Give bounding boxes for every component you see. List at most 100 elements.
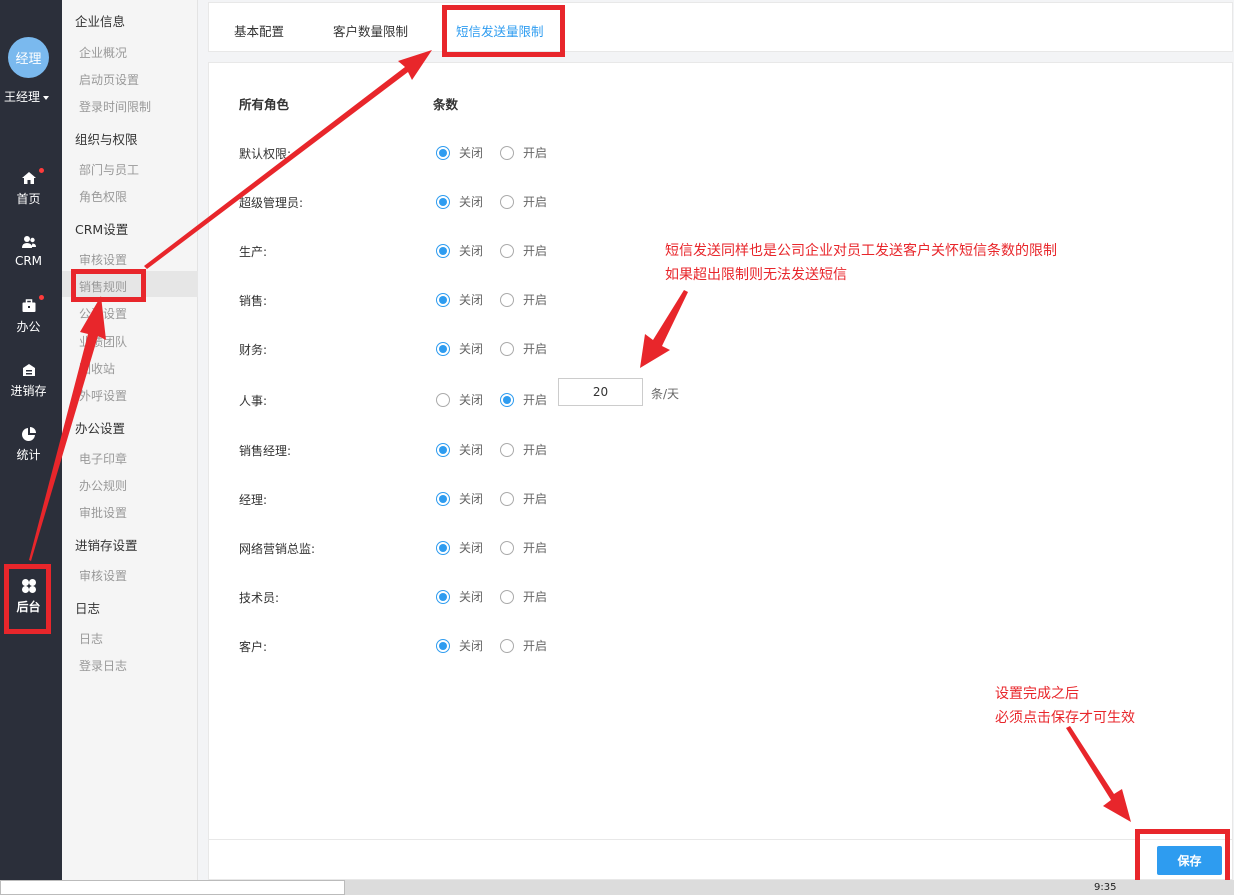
header-role: 所有角色 [239,97,290,112]
radio-circle[interactable] [436,638,450,653]
radio-circle[interactable] [500,292,514,307]
sidebar-item[interactable]: 启动页设置 [79,71,139,88]
sidebar-item[interactable]: 登录时间限制 [79,98,151,115]
sidebar-item[interactable]: 公海设置 [79,305,127,322]
radio-circle[interactable] [436,341,450,356]
rail-item-office[interactable]: 办公 [0,295,57,335]
sidebar-group-title: 组织与权限 [75,132,138,147]
radio-circle[interactable] [500,392,514,407]
taskbar-search[interactable] [0,880,345,895]
notification-dot [38,168,44,173]
warehouse-icon [21,362,37,378]
radio-label: 开启 [523,639,548,653]
tab-sms-limit[interactable]: 短信发送量限制 [456,21,544,40]
radio-on[interactable]: 开启 [500,340,547,357]
sidebar-item[interactable]: 部门与员工 [79,161,139,178]
rail-item-inventory[interactable]: 进销存 [0,362,57,399]
rail-label: CRM [14,254,43,268]
radio-circle[interactable] [436,442,450,457]
radio-circle[interactable] [500,442,514,457]
briefcase-icon [21,295,44,314]
sidebar-item[interactable]: 日志 [79,630,103,647]
sms-limit-input[interactable]: 20 [558,378,643,406]
radio-off[interactable]: 关闭 [436,588,483,605]
radio-circle[interactable] [436,145,450,160]
radio-label: 开启 [523,146,548,160]
radio-circle[interactable] [436,589,450,604]
radio-off[interactable]: 关闭 [436,637,483,654]
radio-label: 关闭 [459,393,484,407]
radio-circle[interactable] [500,589,514,604]
radio-circle[interactable] [500,194,514,209]
radio-off[interactable]: 关闭 [436,539,483,556]
radio-on[interactable]: 开启 [500,242,547,259]
tab-basic-config[interactable]: 基本配置 [234,21,284,40]
settings-sidebar: 企业信息 企业概况 启动页设置 登录时间限制 组织与权限 部门与员工 角色权限 … [62,0,198,880]
annotation-text: 短信发送同样也是公司企业对员工发送客户关怀短信条数的限制 [665,243,1057,259]
unit-label: 条/天 [651,387,680,401]
radio-on[interactable]: 开启 [500,490,547,507]
sidebar-item[interactable]: 审核设置 [79,567,127,584]
radio-off[interactable]: 关闭 [436,391,483,408]
radio-off[interactable]: 关闭 [436,193,483,210]
radio-off[interactable]: 关闭 [436,291,483,308]
sms-limit-panel: 所有角色 条数 默认权限: 关闭 开启 超级管理员: 关闭 开启 生产: 关闭 开启 销售: 关闭开… [208,62,1233,880]
avatar[interactable]: 经理 [8,37,49,78]
radio-circle[interactable] [436,491,450,506]
rail-item-stats[interactable]: 统计 [0,426,57,463]
radio-on[interactable]: 开启 [500,291,547,308]
radio-circle[interactable] [500,638,514,653]
radio-circle[interactable] [500,243,514,258]
radio-on[interactable]: 开启 [500,144,547,161]
radio-label: 关闭 [459,590,484,604]
save-button[interactable]: 保存 [1157,846,1222,875]
radio-on[interactable]: 开启 [500,193,547,210]
radio-circle[interactable] [436,540,450,555]
radio-circle[interactable] [436,392,450,407]
rail-item-crm[interactable]: CRM [0,234,57,268]
radio-label: 开启 [523,590,548,604]
radio-label: 关闭 [459,541,484,555]
user-menu[interactable]: 王经理 [4,88,50,105]
radio-on[interactable]: 开启 [500,637,547,654]
radio-on[interactable]: 开启 [500,588,547,605]
sidebar-item[interactable]: 企业概况 [79,44,127,61]
radio-on[interactable]: 开启 [500,539,547,556]
radio-off[interactable]: 关闭 [436,441,483,458]
radio-on[interactable]: 开启 [500,441,547,458]
radio-off[interactable]: 关闭 [436,340,483,357]
radio-off[interactable]: 关闭 [436,490,483,507]
users-icon [21,234,37,250]
radio-circle[interactable] [500,491,514,506]
role-label: 超级管理员: [239,196,304,210]
rail-item-home[interactable]: 首页 [0,168,57,207]
radio-on[interactable]: 开启 [500,391,547,408]
sidebar-item[interactable]: 角色权限 [79,188,127,205]
sidebar-item[interactable]: 办公规则 [79,477,127,494]
radio-label: 开启 [523,492,548,506]
grid-icon [21,578,37,594]
radio-off[interactable]: 关闭 [436,242,483,259]
sidebar-item-active[interactable]: 销售规则 [79,278,127,295]
os-taskbar: 9:35 [0,880,1234,895]
sidebar-item[interactable]: 审批设置 [79,504,127,521]
tab-customer-limit[interactable]: 客户数量限制 [333,21,408,40]
rail-item-admin[interactable]: 后台 [0,578,57,615]
role-label: 经理: [239,493,268,507]
sidebar-item[interactable]: 审核设置 [79,251,127,268]
sidebar-item[interactable]: 回收站 [79,360,115,377]
role-label: 客户: [239,640,268,654]
radio-circle[interactable] [436,194,450,209]
sidebar-item[interactable]: 业绩团队 [79,333,127,350]
radio-circle[interactable] [436,243,450,258]
annotation-text: 必须点击保存才可生效 [995,710,1135,726]
radio-circle[interactable] [500,341,514,356]
radio-circle[interactable] [436,292,450,307]
sidebar-item[interactable]: 登录日志 [79,657,127,674]
sidebar-item[interactable]: 电子印章 [79,450,127,467]
radio-off[interactable]: 关闭 [436,144,483,161]
radio-circle[interactable] [500,540,514,555]
role-label: 生产: [239,245,268,259]
sidebar-item[interactable]: 外呼设置 [79,387,127,404]
radio-circle[interactable] [500,145,514,160]
